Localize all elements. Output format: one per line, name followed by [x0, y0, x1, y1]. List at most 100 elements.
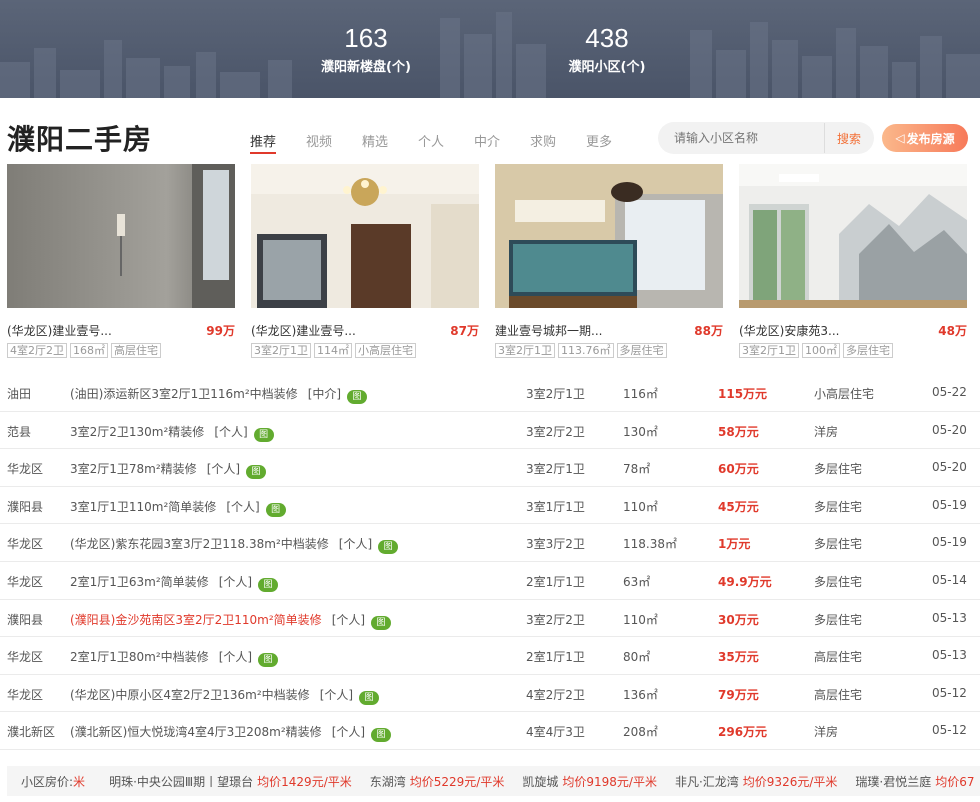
tab-more[interactable]: 更多: [586, 131, 642, 153]
publish-label: 发布房源: [906, 131, 955, 146]
tab-personal[interactable]: 个人: [418, 131, 474, 153]
building-type-cell: 高层住宅: [814, 650, 863, 665]
table-row[interactable]: 华龙区 2室1厅1卫80m²中档装修 [个人] 图 2室1厅1卫 80㎡ 35万元 高层住宅 0…: [0, 637, 980, 675]
listing-title-text: (华龙区)中原小区4室2厅2卫136m²中档装修: [70, 687, 310, 702]
layout-cell: 3室2厅2卫: [526, 612, 585, 627]
layout-cell: 3室3厅2卫: [526, 537, 585, 552]
district-cell: 华龙区: [7, 650, 44, 665]
price-cell: 296万元: [718, 725, 768, 740]
tab-recommended[interactable]: 推荐: [250, 131, 306, 154]
search-input[interactable]: [658, 124, 824, 152]
layout-cell: 2室1厅1卫: [526, 650, 585, 665]
stats-banner: 163 濮阳新楼盘(个) 438 濮阳小区(个): [0, 0, 980, 98]
listing-title-link[interactable]: 2室1厅1卫63m²简单装修 [个人] 图: [70, 573, 279, 592]
table-row[interactable]: 华龙区 (华龙区)中原小区4室2厅2卫136m²中档装修 [个人] 图 4室2厅2卫 13…: [0, 675, 980, 713]
table-row[interactable]: 濮阳县 3室1厅1卫110m²简单装修 [个人] 图 3室1厅1卫 110㎡ 45万元 多层住…: [0, 487, 980, 525]
table-row[interactable]: 油田 (油田)添运新区3室2厅1卫116m²中档装修 [中介] 图 3室2厅1卫 116㎡…: [0, 374, 980, 412]
source-tag: [个人]: [226, 499, 260, 514]
source-tag: [个人]: [331, 612, 366, 627]
featured-card[interactable]: (华龙区)建业壹号... 99万 4室2厅2卫 168㎡ 高层住宅: [7, 164, 235, 358]
featured-card[interactable]: (华龙区)安康苑3... 48万 3室2厅1卫 100㎡ 多层住宅: [739, 164, 967, 358]
building-type-cell: 多层住宅: [814, 574, 863, 589]
date-cell: 05-13: [932, 648, 967, 663]
search-button[interactable]: 搜索: [825, 130, 873, 147]
listing-title-link[interactable]: 3室2厅2卫130m²精装修 [个人] 图: [70, 423, 274, 442]
listing-title-link[interactable]: (华龙区)紫东花园3室3厅2卫118.38m²中档装修 [个人] 图: [70, 535, 399, 555]
card-tag: 3室2厅1卫: [495, 343, 555, 358]
tab-wanted[interactable]: 求购: [530, 131, 586, 153]
community-link[interactable]: 东湖湾: [370, 773, 406, 790]
building-type-cell: 多层住宅: [814, 537, 863, 552]
community-price-bar: 小区房价: 米 明珠·中央公园Ⅲ期丨望璟台 均价1429元/平米 东湖湾 均价5…: [7, 766, 980, 796]
listing-table: 油田 (油田)添运新区3室2厅1卫116m²中档装修 [中介] 图 3室2厅1卫 116㎡…: [0, 374, 980, 750]
source-tag: [个人]: [338, 537, 373, 552]
photo-badge-icon: 图: [258, 577, 279, 592]
publish-listing-button[interactable]: ◁ 发布房源: [882, 124, 968, 152]
area-cell: 208㎡: [623, 725, 658, 740]
district-cell: 濮北新区: [7, 725, 56, 740]
listing-title-text: (油田)添运新区3室2厅1卫116m²中档装修: [70, 387, 298, 401]
new-projects-stat[interactable]: 163 濮阳新楼盘(个): [316, 22, 416, 75]
search-box: 搜索: [658, 122, 874, 154]
community-link[interactable]: 瑞璞·君悦兰庭: [855, 773, 931, 790]
building-type-cell: 多层住宅: [814, 499, 863, 514]
listing-title-link[interactable]: (濮阳县)金沙苑南区3室2厅2卫110m²简单装修 [个人] 图: [70, 611, 392, 630]
listing-title-text: 3室2厅2卫130m²精装修: [70, 424, 205, 439]
price-cell: 60万元: [718, 462, 759, 477]
area-cell: 110㎡: [623, 612, 658, 627]
area-cell: 116㎡: [623, 387, 658, 401]
source-tag: [中介]: [307, 387, 342, 401]
date-cell: 05-22: [932, 385, 967, 399]
date-cell: 05-14: [932, 572, 967, 587]
building-type-cell: 多层住宅: [814, 612, 863, 627]
source-tag: [个人]: [218, 650, 253, 665]
featured-card[interactable]: (华龙区)建业壹号... 87万 3室2厅1卫 114㎡ 小高层住宅: [251, 164, 479, 358]
stat-number: 438: [585, 23, 629, 53]
listing-title-link[interactable]: (华龙区)中原小区4室2厅2卫136m²中档装修 [个人] 图: [70, 686, 380, 705]
building-type-cell: 高层住宅: [814, 687, 863, 702]
tab-featured[interactable]: 精选: [362, 131, 418, 153]
listing-title-link[interactable]: (油田)添运新区3室2厅1卫116m²中档装修 [中介] 图: [70, 385, 368, 404]
community-link[interactable]: 明珠·中央公园Ⅲ期丨望璟台: [109, 773, 253, 790]
card-price: 88万: [694, 324, 723, 338]
district-cell: 华龙区: [7, 574, 44, 589]
tab-video[interactable]: 视频: [306, 131, 362, 153]
source-tag: [个人]: [206, 462, 241, 477]
stat-label: 濮阳小区(个): [568, 60, 646, 75]
paper-plane-icon: ◁: [895, 131, 905, 145]
price-cell: 35万元: [718, 650, 759, 665]
table-row[interactable]: 范县 3室2厅2卫130m²精装修 [个人] 图 3室2厅2卫 130㎡ 58万元 洋房 05-…: [0, 412, 980, 450]
community-link[interactable]: 凯旋城: [522, 773, 558, 790]
district-cell: 华龙区: [7, 462, 44, 477]
table-row[interactable]: 华龙区 (华龙区)紫东花园3室3厅2卫118.38m²中档装修 [个人] 图 3室3厅2…: [0, 524, 980, 562]
listing-title-text: 3室1厅1卫110m²简单装修: [70, 499, 217, 514]
community-link[interactable]: 非凡·汇龙湾: [675, 773, 739, 790]
listing-photo: [251, 164, 479, 308]
table-row[interactable]: 华龙区 2室1厅1卫63m²简单装修 [个人] 图 2室1厅1卫 63㎡ 49.9万元 多层住…: [0, 562, 980, 600]
district-cell: 范县: [7, 424, 32, 439]
city-skyline-graphic: [0, 12, 980, 98]
communities-stat[interactable]: 438 濮阳小区(个): [560, 22, 654, 75]
district-cell: 油田: [7, 387, 32, 401]
listing-title-link[interactable]: 3室1厅1卫110m²简单装修 [个人] 图: [70, 498, 286, 517]
community-price: 均价67: [935, 774, 975, 789]
building-type-cell: 小高层住宅: [814, 387, 875, 401]
table-row[interactable]: 濮阳县 (濮阳县)金沙苑南区3室2厅2卫110m²简单装修 [个人] 图 3室2厅2卫 1…: [0, 600, 980, 638]
featured-card[interactable]: 建业壹号城邦一期... 88万 3室2厅1卫 113.76㎡ 多层住宅: [495, 164, 723, 358]
stat-number: 163: [344, 23, 388, 53]
listing-title-text: (濮阳县)金沙苑南区3室2厅2卫110m²简单装修: [70, 612, 322, 627]
date-cell: 05-19: [932, 535, 967, 550]
tab-agency[interactable]: 中介: [474, 131, 530, 153]
community-price: 均价9326元/平米: [742, 774, 838, 789]
listing-title-link[interactable]: (濮北新区)恒大悦珑湾4室4厅3卫208m²精装修 [个人] 图: [70, 723, 392, 743]
card-price: 87万: [450, 324, 479, 338]
district-cell: 濮阳县: [7, 499, 44, 514]
table-row[interactable]: 华龙区 3室2厅1卫78m²精装修 [个人] 图 3室2厅1卫 78㎡ 60万元 多层住宅 05…: [0, 449, 980, 487]
listing-title-link[interactable]: 3室2厅1卫78m²精装修 [个人] 图: [70, 460, 267, 480]
card-title: (华龙区)安康苑3...: [739, 324, 840, 338]
card-tag: 多层住宅: [616, 343, 667, 358]
area-cell: 78㎡: [623, 462, 651, 477]
table-row[interactable]: 濮北新区 (濮北新区)恒大悦珑湾4室4厅3卫208m²精装修 [个人] 图 4室4厅3卫…: [0, 712, 980, 750]
listing-title-link[interactable]: 2室1厅1卫80m²中档装修 [个人] 图: [70, 648, 279, 668]
photo-badge-icon: 图: [265, 502, 286, 517]
